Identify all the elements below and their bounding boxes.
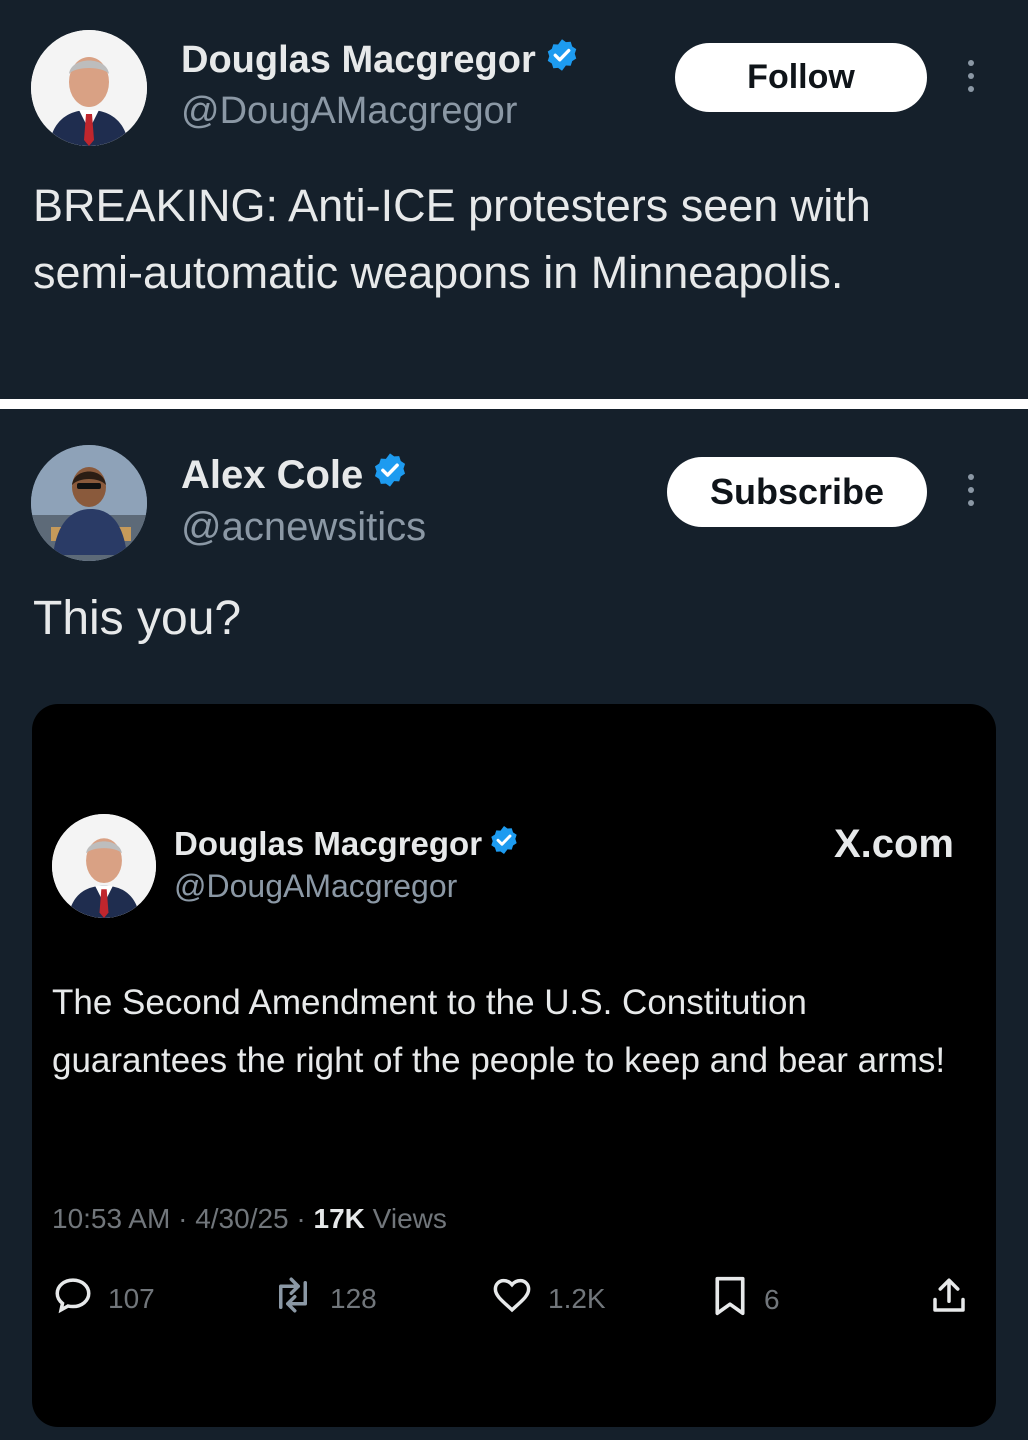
meta-separator: ·: [296, 1203, 314, 1234]
author-name[interactable]: Alex Cole: [181, 452, 409, 498]
like-icon: [490, 1274, 534, 1323]
quoted-author-name: Douglas Macgregor: [174, 824, 520, 864]
repost-count: 128: [330, 1282, 377, 1314]
avatar-alex-image: [31, 445, 147, 561]
avatar: [52, 814, 156, 918]
bookmark-count: 6: [764, 1283, 780, 1315]
repost-action[interactable]: 128: [270, 1274, 377, 1323]
quoted-author-name-label: Douglas Macgregor: [174, 825, 483, 862]
subscribe-button[interactable]: Subscribe: [667, 457, 927, 527]
verified-badge-icon: [488, 824, 520, 864]
avatar[interactable]: [31, 445, 147, 561]
tweet-time: 10:53 AM: [52, 1203, 171, 1234]
avatar-douglas-image: [31, 30, 147, 146]
author-name[interactable]: Douglas Macgregor: [181, 38, 580, 82]
author-handle[interactable]: @DougAMacgregor: [181, 90, 517, 133]
like-action[interactable]: 1.2K: [490, 1274, 606, 1323]
meta-separator: ·: [178, 1203, 196, 1234]
quoted-tweet-text: The Second Amendment to the U.S. Constit…: [52, 983, 946, 1080]
author-name-label: Alex Cole: [181, 452, 364, 497]
source-label: X.com: [833, 822, 954, 866]
more-options-icon[interactable]: [961, 60, 981, 92]
follow-button[interactable]: Follow: [675, 43, 927, 112]
quoted-author-handle: @DougAMacgregor: [174, 868, 458, 904]
share-action[interactable]: [928, 1274, 970, 1325]
bookmark-action[interactable]: 6: [710, 1274, 780, 1325]
verified-badge-icon: [371, 451, 409, 499]
bookmark-icon: [710, 1274, 750, 1325]
views-label: Views: [372, 1203, 447, 1234]
avatar-douglas-image: [52, 814, 156, 918]
like-count: 1.2K: [548, 1282, 606, 1314]
repost-icon: [270, 1274, 316, 1323]
verified-badge-icon: [544, 37, 580, 83]
reply-icon: [52, 1274, 94, 1323]
tweet-date: 4/30/25: [195, 1203, 289, 1234]
avatar[interactable]: [31, 30, 147, 146]
tweet-meta: 10:53 AM · 4/30/25 · 17K Views: [52, 1203, 447, 1235]
reply-tweet: Alex Cole @acnewsitics Subscribe This yo…: [0, 409, 1028, 1440]
reply-count: 107: [108, 1282, 155, 1314]
quoted-tweet-card[interactable]: Douglas Macgregor @DougAMacgregor X.com …: [32, 704, 996, 1427]
divider: [0, 399, 1028, 409]
author-name-label: Douglas Macgregor: [181, 38, 536, 81]
author-handle[interactable]: @acnewsitics: [181, 505, 426, 550]
tweet-text: BREAKING: Anti-ICE protesters seen with …: [33, 180, 871, 298]
views-count: 17K: [313, 1203, 365, 1234]
top-tweet: Douglas Macgregor @DougAMacgregor Follow…: [0, 0, 1028, 399]
share-icon: [928, 1274, 970, 1325]
reply-action[interactable]: 107: [52, 1274, 155, 1323]
tweet-text: This you?: [33, 592, 242, 645]
more-options-icon[interactable]: [961, 474, 981, 506]
